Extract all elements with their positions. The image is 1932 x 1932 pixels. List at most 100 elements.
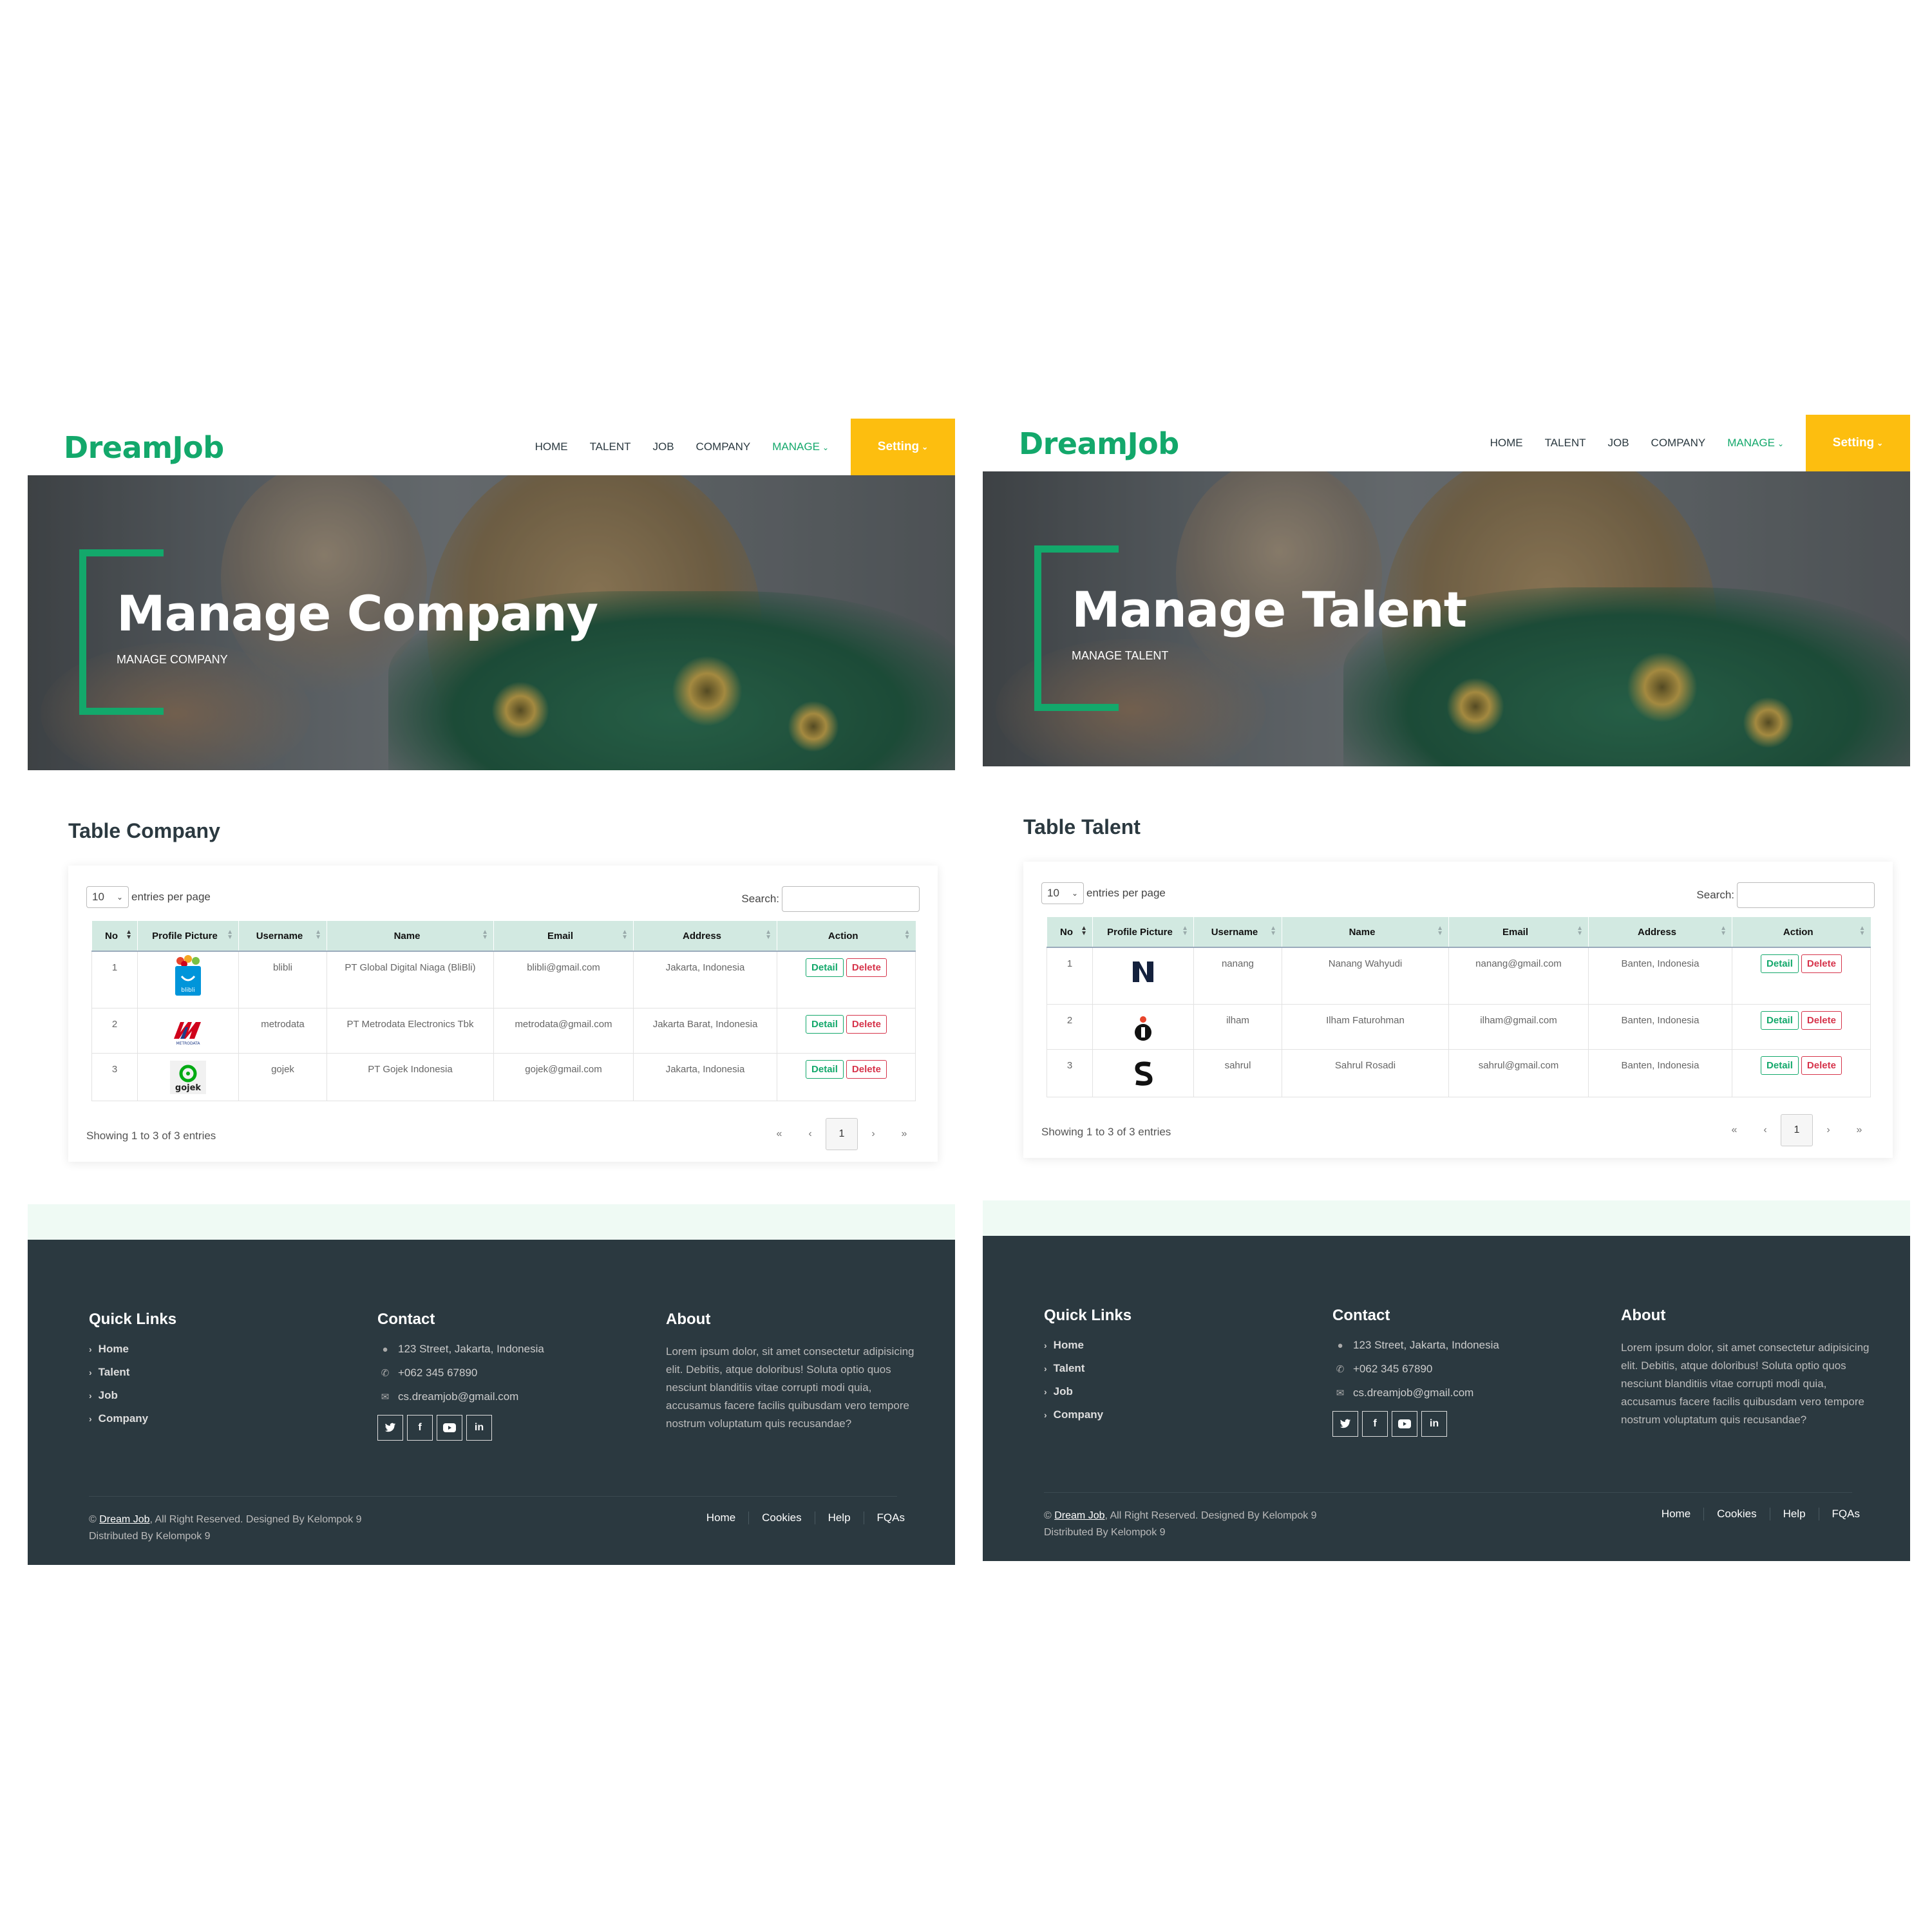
email-text: cs.dreamjob@gmail.com <box>1353 1387 1474 1399</box>
detail-button[interactable]: Detail <box>806 1014 844 1034</box>
search-label: Search: <box>741 893 779 905</box>
hero-banner: Manage Talent MANAGE TALENT <box>983 471 1910 766</box>
setting-dropdown[interactable]: Setting ⌄ <box>1806 415 1910 471</box>
footer-link-job[interactable]: › Job <box>1044 1385 1132 1398</box>
footer-menu: Home Cookies Help FQAs <box>1649 1508 1873 1520</box>
col-header-address[interactable]: Address ▲ ▼ <box>633 921 777 952</box>
footer-menu-home[interactable]: Home <box>694 1511 748 1524</box>
youtube-icon[interactable] <box>437 1415 462 1441</box>
footer-menu-cookies[interactable]: Cookies <box>1703 1508 1769 1520</box>
page-prev-button[interactable]: ‹ <box>795 1119 826 1150</box>
footer-menu-help[interactable]: Help <box>814 1511 864 1524</box>
delete-button[interactable]: Delete <box>846 958 887 977</box>
profile-picture: blibli <box>170 955 206 996</box>
nav-company[interactable]: COMPANY <box>1651 437 1706 450</box>
page-first-button[interactable]: « <box>764 1119 795 1150</box>
search-input[interactable] <box>782 886 920 912</box>
detail-button[interactable]: Detail <box>1761 1010 1799 1030</box>
footer-link-talent[interactable]: › Talent <box>89 1366 176 1379</box>
nav-company[interactable]: COMPANY <box>696 440 751 453</box>
delete-button[interactable]: Delete <box>846 1059 887 1079</box>
page-last-button[interactable]: » <box>889 1119 920 1150</box>
cell-picture <box>1092 1049 1194 1097</box>
nav-talent[interactable]: TALENT <box>590 440 631 453</box>
detail-button[interactable]: Detail <box>806 958 844 977</box>
facebook-icon[interactable]: f <box>1362 1411 1388 1437</box>
nav-job[interactable]: JOB <box>1607 437 1629 450</box>
facebook-icon[interactable]: f <box>407 1415 433 1441</box>
col-header-action[interactable]: Action ▲ ▼ <box>777 921 916 952</box>
chevron-down-icon: ⌄ <box>1071 889 1078 898</box>
col-header-username[interactable]: Username ▲ ▼ <box>1193 917 1282 948</box>
footer-link-home[interactable]: › Home <box>1044 1339 1132 1352</box>
delete-button[interactable]: Delete <box>846 1014 887 1034</box>
distributed-text: Distributed By Kelompok 9 <box>1044 1527 1166 1538</box>
footer-link-talent[interactable]: › Talent <box>1044 1362 1132 1375</box>
page-current-button[interactable]: 1 <box>826 1118 858 1150</box>
delete-button[interactable]: Delete <box>1801 954 1842 973</box>
col-header-action[interactable]: Action ▲ ▼ <box>1732 917 1871 948</box>
linkedin-icon[interactable]: in <box>1421 1411 1447 1437</box>
setting-dropdown[interactable]: Setting ⌄ <box>851 419 955 475</box>
page-current-button[interactable]: 1 <box>1781 1114 1813 1146</box>
footer-link-home[interactable]: › Home <box>89 1343 176 1356</box>
cell-address: Banten, Indonesia <box>1588 1049 1732 1097</box>
page-prev-button[interactable]: ‹ <box>1750 1115 1781 1146</box>
detail-button[interactable]: Detail <box>1761 954 1799 973</box>
footer-link-label: Company <box>1053 1408 1104 1421</box>
page-next-button[interactable]: › <box>1813 1115 1844 1146</box>
footer-menu-help[interactable]: Help <box>1769 1508 1819 1520</box>
table-row: 2 METRODATA metrodata PT Metrodata Elect… <box>91 1008 916 1054</box>
cell-address: Banten, Indonesia <box>1588 1004 1732 1050</box>
col-header-no[interactable]: No ▲ ▼ <box>1046 917 1093 948</box>
footer-link-company[interactable]: › Company <box>89 1412 176 1425</box>
nav-talent[interactable]: TALENT <box>1545 437 1586 450</box>
col-header-username[interactable]: Username ▲ ▼ <box>238 921 327 952</box>
footer-menu-cookies[interactable]: Cookies <box>748 1511 814 1524</box>
page-next-button[interactable]: › <box>858 1119 889 1150</box>
page-last-button[interactable]: » <box>1844 1115 1875 1146</box>
copyright-link[interactable]: Dream Job <box>99 1514 149 1525</box>
delete-button[interactable]: Delete <box>1801 1010 1842 1030</box>
col-header-name[interactable]: Name ▲ ▼ <box>327 921 494 952</box>
copyright-link[interactable]: Dream Job <box>1054 1510 1104 1521</box>
address-text: 123 Street, Jakarta, Indonesia <box>1353 1339 1499 1351</box>
nav-home[interactable]: HOME <box>535 440 568 453</box>
linkedin-icon[interactable]: in <box>466 1415 492 1441</box>
youtube-icon[interactable] <box>1392 1411 1417 1437</box>
nav-manage-dropdown[interactable]: MANAGE ⌄ <box>1727 437 1784 450</box>
chevron-right-icon: › <box>1044 1410 1047 1420</box>
twitter-icon[interactable] <box>1332 1411 1358 1437</box>
nav-job[interactable]: JOB <box>652 440 674 453</box>
cell-address: Jakarta, Indonesia <box>633 951 777 1009</box>
cell-name: PT Global Digital Niaga (BliBli) <box>327 951 494 1009</box>
footer-link-job[interactable]: › Job <box>89 1389 176 1402</box>
nav-home[interactable]: HOME <box>1490 437 1523 450</box>
cell-username: metrodata <box>238 1008 327 1054</box>
detail-button[interactable]: Detail <box>806 1059 844 1079</box>
col-header-email[interactable]: Email ▲ ▼ <box>1448 917 1589 948</box>
col-header-picture[interactable]: Profile Picture ▲ ▼ <box>1092 917 1194 948</box>
col-header-address[interactable]: Address ▲ ▼ <box>1588 917 1732 948</box>
footer-menu-faqs[interactable]: FQAs <box>1818 1508 1873 1520</box>
detail-button[interactable]: Detail <box>1761 1056 1799 1075</box>
delete-button[interactable]: Delete <box>1801 1056 1842 1075</box>
footer-menu-faqs[interactable]: FQAs <box>863 1511 918 1524</box>
entries-select[interactable]: 10 ⌄ <box>86 886 129 908</box>
brand-logo[interactable]: DreamJob <box>64 430 224 465</box>
col-header-no[interactable]: No ▲ ▼ <box>91 921 138 952</box>
footer-menu-home[interactable]: Home <box>1649 1508 1703 1520</box>
table-row: 1 nanang Nanang Wahyudi nanang@gmail.com… <box>1046 947 1871 1005</box>
entries-select[interactable]: 10 ⌄ <box>1041 882 1084 904</box>
twitter-icon[interactable] <box>377 1415 403 1441</box>
footer-quick-links: Quick Links › Home › Talent › Job › Company <box>1044 1307 1132 1432</box>
col-label: Name <box>393 930 421 942</box>
brand-logo[interactable]: DreamJob <box>1019 426 1179 461</box>
page-first-button[interactable]: « <box>1719 1115 1750 1146</box>
search-input[interactable] <box>1737 882 1875 908</box>
footer-link-company[interactable]: › Company <box>1044 1408 1132 1421</box>
nav-manage-dropdown[interactable]: MANAGE ⌄ <box>772 440 829 453</box>
col-header-name[interactable]: Name ▲ ▼ <box>1282 917 1449 948</box>
col-header-picture[interactable]: Profile Picture ▲ ▼ <box>137 921 239 952</box>
col-header-email[interactable]: Email ▲ ▼ <box>493 921 634 952</box>
